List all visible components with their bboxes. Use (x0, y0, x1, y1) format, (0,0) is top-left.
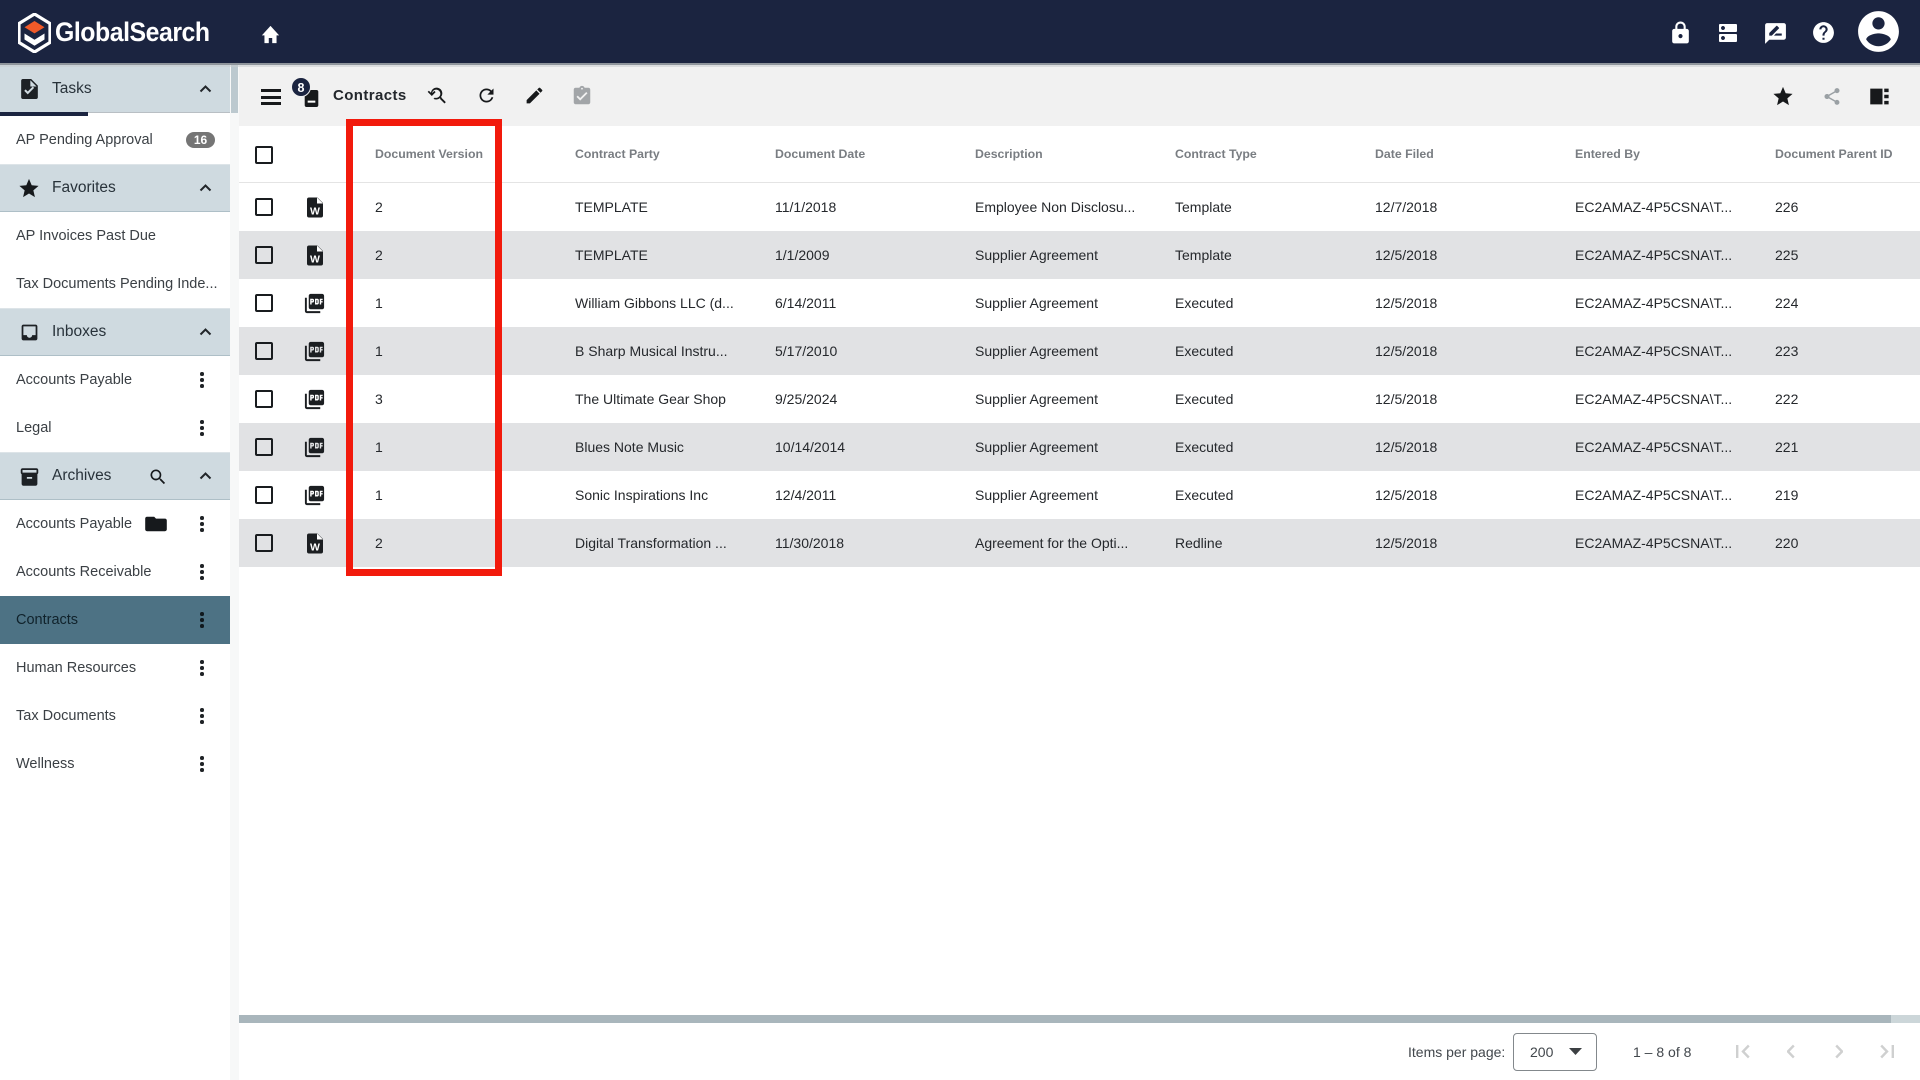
svg-text:W: W (310, 542, 320, 554)
svg-text:W: W (310, 206, 320, 218)
svg-text:W: W (310, 254, 320, 266)
